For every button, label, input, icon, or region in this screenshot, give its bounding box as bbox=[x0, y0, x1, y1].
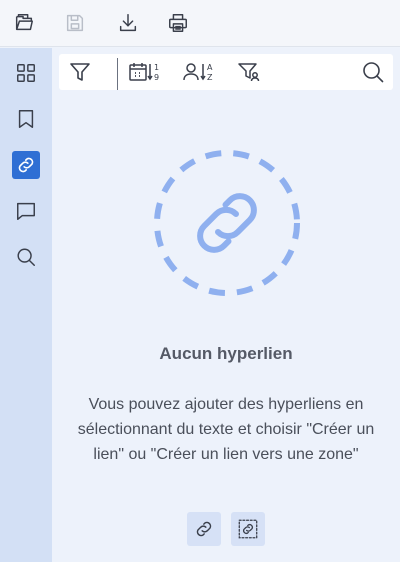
sidebar-item-bookmarks[interactable] bbox=[12, 105, 40, 133]
link-icon bbox=[18, 157, 34, 173]
left-sidebar bbox=[0, 48, 52, 562]
svg-text:A: A bbox=[207, 63, 213, 72]
empty-state-title: Aucun hyperlien bbox=[159, 344, 293, 363]
filter-bar: 1 9 A Z bbox=[59, 54, 393, 90]
download-button[interactable] bbox=[114, 8, 142, 38]
svg-text:9: 9 bbox=[154, 73, 159, 82]
panel-search-button[interactable] bbox=[359, 59, 387, 85]
filter-button[interactable] bbox=[66, 59, 94, 85]
sidebar-item-search[interactable] bbox=[12, 243, 40, 271]
link-illustration-icon bbox=[154, 150, 300, 296]
folder-open-icon bbox=[15, 14, 33, 31]
sort-by-date-button[interactable]: 1 9 bbox=[127, 59, 163, 85]
bookmark-icon bbox=[18, 110, 34, 128]
comment-icon bbox=[17, 202, 35, 220]
empty-state-description: Vous pouvez ajouter des hyperliens en sé… bbox=[77, 396, 375, 463]
download-icon bbox=[119, 14, 137, 32]
sidebar-item-thumbnails[interactable] bbox=[12, 59, 40, 87]
link-area-icon bbox=[238, 519, 258, 539]
grid-icon bbox=[17, 64, 35, 82]
filter-user-icon bbox=[238, 63, 260, 82]
printer-icon bbox=[169, 14, 187, 32]
user-sort-az-icon: A Z bbox=[183, 63, 213, 82]
sort-by-author-button[interactable]: A Z bbox=[181, 59, 217, 85]
link-icon bbox=[196, 521, 212, 537]
main-toolbar bbox=[0, 0, 400, 47]
save-icon bbox=[66, 14, 84, 32]
svg-text:1: 1 bbox=[154, 63, 159, 72]
print-button[interactable] bbox=[164, 8, 192, 38]
open-file-button[interactable] bbox=[10, 8, 38, 38]
calendar-sort-icon: 1 9 bbox=[129, 63, 159, 82]
sidebar-item-hyperlinks[interactable] bbox=[12, 151, 40, 179]
sidebar-item-comments[interactable] bbox=[12, 197, 40, 225]
save-button[interactable] bbox=[61, 8, 89, 38]
create-link-area-button[interactable] bbox=[231, 512, 265, 546]
hyperlinks-panel: 1 9 A Z Aucun hyperlien Vous pouvez ajou… bbox=[52, 48, 400, 562]
svg-text:Z: Z bbox=[207, 73, 213, 82]
filter-icon bbox=[70, 63, 90, 81]
search-icon bbox=[363, 62, 384, 83]
create-link-button[interactable] bbox=[187, 512, 221, 546]
filter-separator bbox=[117, 58, 118, 90]
filter-by-author-button[interactable] bbox=[235, 59, 263, 85]
search-icon bbox=[17, 248, 35, 266]
